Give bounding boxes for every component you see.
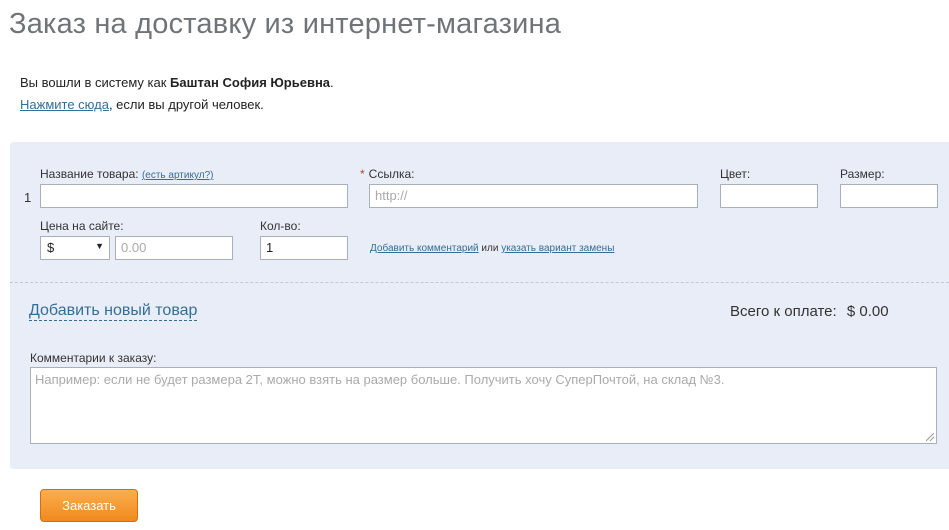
login-prefix: Вы вошли в систему как <box>20 75 171 90</box>
link-input[interactable]: http:// <box>369 184 698 208</box>
order-comment-textarea[interactable]: Например: если не будет размера 2Т, можн… <box>30 367 937 444</box>
switch-user-suffix: , если вы другой человек. <box>108 97 264 112</box>
or-text: или <box>478 243 502 254</box>
currency-selected: $ <box>47 240 55 255</box>
total-label: Всего к оплате: <box>730 303 837 320</box>
add-item-link[interactable]: Добавить новый товар <box>29 302 198 321</box>
currency-select[interactable]: $ ▼ <box>40 236 110 260</box>
add-comment-link[interactable]: Добавить комментарий <box>370 243 479 254</box>
item-name-input[interactable] <box>40 184 348 208</box>
comment-placeholder: Например: если не будет размера 2Т, можн… <box>35 372 725 387</box>
item-extra-links: Добавить комментарий или указать вариант… <box>370 243 614 254</box>
submit-order-button[interactable]: Заказать <box>40 489 138 522</box>
price-input[interactable]: 0.00 <box>115 236 233 260</box>
page-title: Заказ на доставку из интернет-магазина <box>9 8 562 40</box>
item-name-label: Название товара: <box>40 167 139 181</box>
chevron-down-icon: ▼ <box>95 241 104 251</box>
user-name: Баштан София Юрьевна <box>170 75 331 90</box>
replacement-link[interactable]: указать вариант замены <box>501 243 614 254</box>
size-label: Размер: <box>840 167 885 181</box>
item-name-label-group: Название товара: (есть артикул?) <box>40 167 213 181</box>
login-info: Вы вошли в систему как Баштан София Юрье… <box>20 72 334 116</box>
required-mark: * <box>360 167 365 181</box>
price-label: Цена на сайте: <box>40 219 124 233</box>
login-suffix: . <box>330 75 334 90</box>
article-link[interactable]: (есть артикул?) <box>142 170 214 181</box>
qty-label: Кол-во: <box>260 219 301 233</box>
link-label-group: * Ссылка: <box>360 167 415 181</box>
total-value: $ 0.00 <box>846 303 889 320</box>
color-input[interactable] <box>720 184 818 208</box>
link-label: Ссылка: <box>368 167 415 181</box>
switch-user-link[interactable]: Нажмите сюда <box>20 97 109 112</box>
color-label: Цвет: <box>720 167 751 181</box>
order-total: Всего к оплате: $ 0.00 <box>730 303 889 320</box>
divider <box>10 282 949 283</box>
item-row-number: 1 <box>24 190 32 205</box>
qty-input[interactable]: 1 <box>260 236 348 260</box>
comment-label: Комментарии к заказу: <box>30 351 157 365</box>
resize-grip-icon[interactable] <box>926 433 934 441</box>
size-input[interactable] <box>840 184 938 208</box>
